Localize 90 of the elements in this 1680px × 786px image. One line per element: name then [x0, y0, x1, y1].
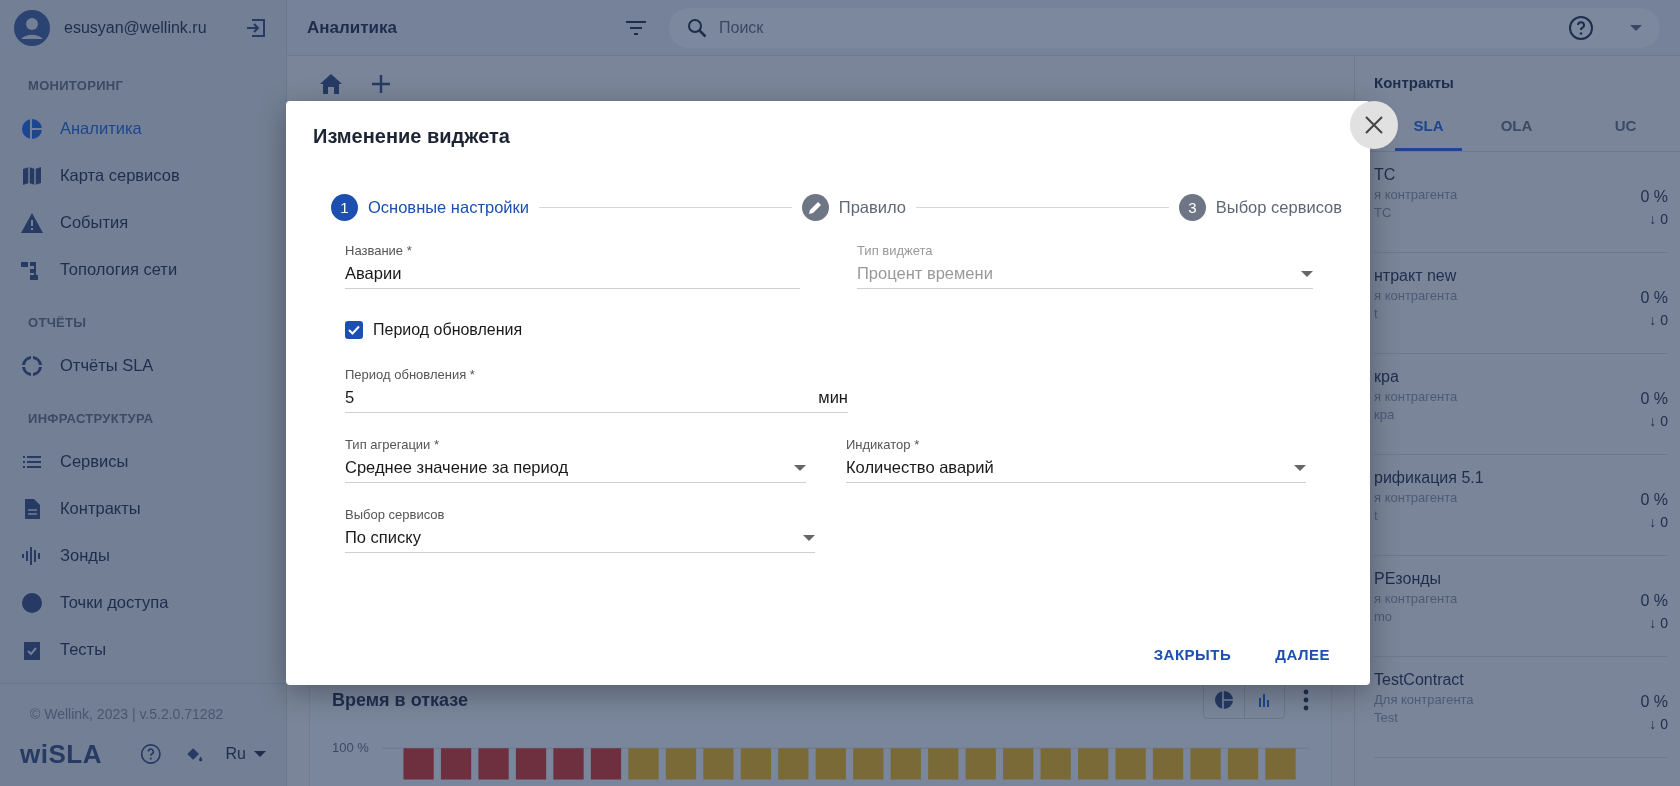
- nav-item[interactable]: Точки доступа: [0, 579, 286, 626]
- nav-item[interactable]: Отчёты SLA: [0, 342, 286, 389]
- help-icon[interactable]: [139, 741, 162, 767]
- avatar-icon[interactable]: [14, 10, 50, 46]
- dialog-title: Изменение виджета: [313, 125, 511, 148]
- field-value: Количество аварий: [846, 458, 995, 477]
- step-number: 1: [331, 194, 358, 221]
- percent-value: 0 %: [1640, 390, 1668, 408]
- filter-icon[interactable]: [625, 19, 647, 36]
- page-title: Аналитика: [307, 17, 398, 38]
- contract-name: рификация 5.1: [1374, 469, 1485, 487]
- contract-name: ТС: [1374, 166, 1397, 184]
- checkbox[interactable]: [345, 321, 363, 339]
- search-field[interactable]: Поиск: [669, 7, 1660, 48]
- tab[interactable]: OLA: [1462, 103, 1571, 151]
- name-field[interactable]: Название * Аварии: [345, 243, 800, 289]
- search-icon: [687, 17, 707, 38]
- field-label: Тип виджета: [857, 243, 934, 258]
- count-value: ↓ 0: [1649, 312, 1668, 328]
- stepper-step[interactable]: Правило: [801, 194, 906, 221]
- dropdown-caret-icon: [794, 464, 806, 471]
- nav-item[interactable]: Зонды: [0, 532, 286, 579]
- add-icon[interactable]: [371, 74, 391, 94]
- aggregation-select[interactable]: Тип агрегации * Среднее значение за период: [345, 437, 806, 483]
- nav-item[interactable]: Аналитика: [0, 105, 286, 152]
- update-period-checkbox[interactable]: Период обновления: [345, 321, 1322, 339]
- percent-value: 0 %: [1640, 693, 1668, 711]
- contract-name: кра: [1374, 368, 1400, 386]
- nav-item[interactable]: Тесты: [0, 626, 286, 673]
- nav-item[interactable]: Карта сервисов: [0, 152, 286, 199]
- dropdown-caret-icon: [1294, 464, 1306, 471]
- field-value: Процент времени: [857, 264, 994, 283]
- nav-item[interactable]: Сервисы: [0, 438, 286, 485]
- count-value: ↓ 0: [1649, 716, 1668, 732]
- help-icon[interactable]: [1568, 14, 1594, 41]
- nav-icon: [20, 116, 44, 141]
- stepper-step[interactable]: 1 Основные настройки: [331, 194, 529, 221]
- search-placeholder: Поиск: [719, 18, 765, 37]
- nav-item[interactable]: Контракты: [0, 485, 286, 532]
- indicator-select[interactable]: Индикатор * Количество аварий: [846, 437, 1306, 483]
- count-value: ↓ 0: [1649, 211, 1668, 227]
- update-period-field[interactable]: Период обновления * 5 мин: [345, 367, 848, 413]
- field-label: Период обновления *: [345, 367, 476, 382]
- field-value: По списку: [345, 528, 422, 547]
- count-value: ↓ 0: [1649, 615, 1668, 631]
- widget-title: Время в отказе: [332, 689, 469, 711]
- close-icon: [1365, 116, 1383, 134]
- dropdown-caret-icon: [1630, 24, 1642, 31]
- dropdown-caret-icon: [1301, 270, 1313, 277]
- unit-label: мин: [818, 388, 848, 407]
- dialog-button[interactable]: ЗАКРЫТЬ: [1141, 638, 1244, 671]
- contract-name: TestContract: [1374, 671, 1465, 689]
- dropdown-caret-icon: [803, 534, 815, 541]
- tab[interactable]: UC: [1571, 103, 1680, 151]
- contract-name: РЕзонды: [1374, 570, 1443, 588]
- services-select[interactable]: Выбор сервисов По списку: [345, 507, 815, 553]
- field-label: Индикатор *: [846, 437, 921, 452]
- field-value: Аварии: [345, 264, 403, 283]
- bar-chart-icon: [1257, 693, 1272, 707]
- percent-value: 0 %: [1640, 491, 1668, 509]
- dropdown-caret-icon: [254, 751, 266, 757]
- field-value: 5: [345, 388, 356, 407]
- count-value: ↓ 0: [1649, 514, 1668, 530]
- percent-value: 0 %: [1640, 188, 1668, 206]
- step-number: 3: [1178, 194, 1206, 221]
- nav-icon: [20, 590, 44, 615]
- count-value: ↓ 0: [1649, 413, 1668, 429]
- percent-value: 0 %: [1640, 289, 1668, 307]
- dialog-button[interactable]: ДАЛЕЕ: [1263, 638, 1342, 671]
- logout-icon[interactable]: [244, 16, 268, 40]
- percent-value: 0 %: [1640, 592, 1668, 610]
- more-icon[interactable]: [1303, 689, 1309, 711]
- panel-title: Контракты: [1374, 73, 1455, 93]
- field-label: Название *: [345, 243, 413, 258]
- stepper-step[interactable]: 3 Выбор сервисов: [1178, 194, 1342, 221]
- field-label: Тип агрегации *: [345, 437, 441, 452]
- nav-item[interactable]: События: [0, 199, 286, 246]
- language-selector[interactable]: Ru: [225, 745, 266, 763]
- nav-icon: [20, 353, 44, 378]
- close-button[interactable]: [1350, 101, 1398, 149]
- axis-tick-label: 100 %: [332, 740, 370, 755]
- field-label: Выбор сервисов: [345, 507, 446, 522]
- logo: wiSLA: [20, 738, 102, 770]
- nav-item[interactable]: Топология сети: [0, 246, 286, 293]
- field-value: Среднее значение за период: [345, 458, 570, 477]
- checkbox-label: Период обновления: [373, 321, 523, 339]
- contract-name: нтракт new: [1374, 267, 1458, 285]
- pie-chart-icon: [1214, 690, 1234, 710]
- home-icon[interactable]: [319, 73, 343, 95]
- user-email: esusyan@wellink.ru: [64, 19, 208, 37]
